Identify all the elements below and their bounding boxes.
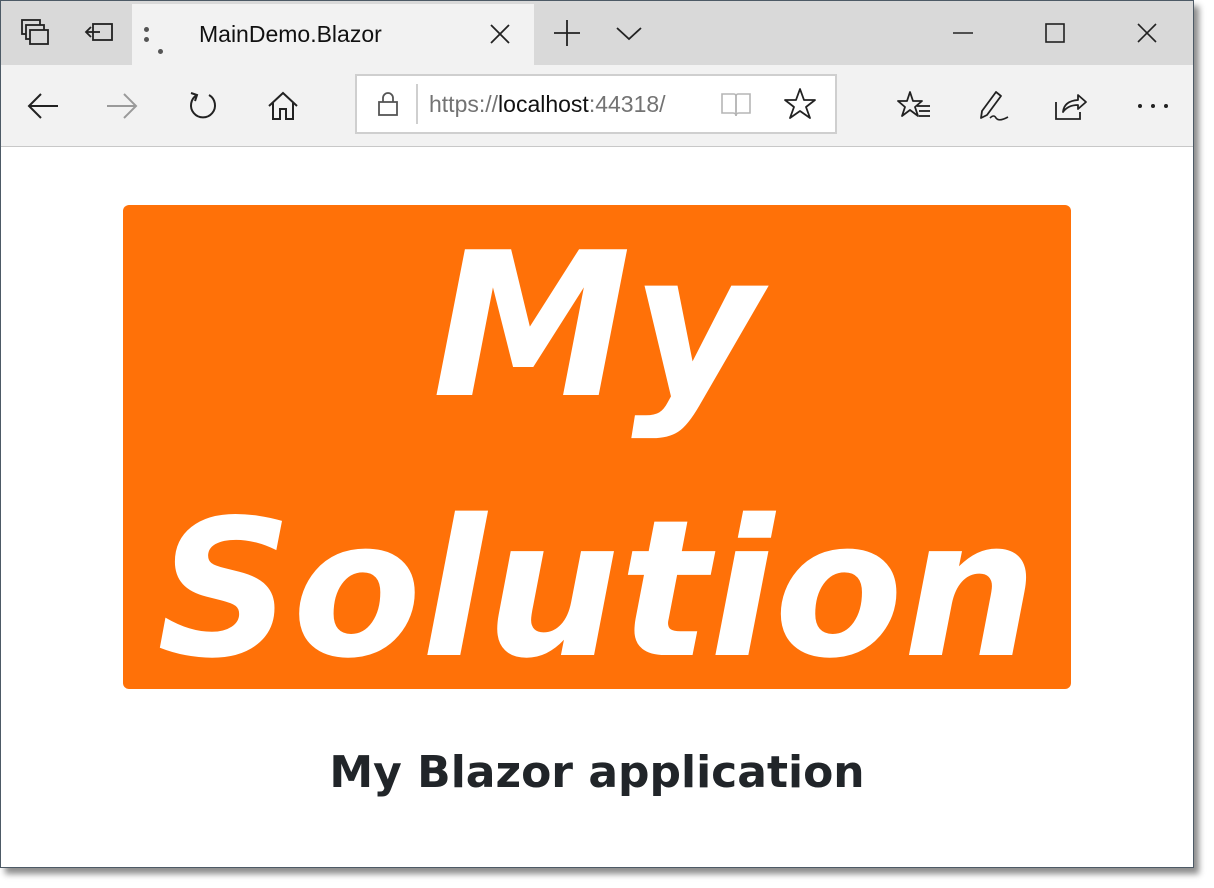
chevron-down-icon bbox=[616, 27, 642, 41]
logo-line-2: Solution bbox=[157, 479, 1037, 689]
minimize-button[interactable] bbox=[917, 1, 1009, 65]
share-icon bbox=[1055, 93, 1087, 120]
more-dots-icon bbox=[1138, 103, 1168, 108]
share-button[interactable] bbox=[1036, 65, 1106, 146]
back-arrow-icon bbox=[27, 92, 58, 119]
address-bar[interactable]: https://localhost:44318/ bbox=[355, 74, 837, 134]
url-rest: :44318/ bbox=[588, 91, 666, 117]
url-host: localhost bbox=[498, 91, 589, 117]
forward-arrow-icon bbox=[107, 92, 138, 119]
plus-icon bbox=[554, 20, 580, 46]
refresh-button[interactable] bbox=[168, 65, 238, 146]
favorites-hub-button[interactable] bbox=[879, 65, 949, 146]
show-tabs-aside-button[interactable] bbox=[67, 1, 131, 65]
star-icon bbox=[784, 88, 816, 119]
pen-icon bbox=[980, 90, 1009, 121]
set-tabs-aside-icon bbox=[21, 19, 49, 45]
tab-loading-icon bbox=[142, 24, 168, 56]
more-button[interactable] bbox=[1118, 65, 1188, 146]
back-button[interactable] bbox=[8, 65, 78, 146]
url-text[interactable]: https://localhost:44318/ bbox=[429, 76, 699, 132]
close-icon bbox=[490, 24, 510, 44]
lock-icon bbox=[378, 92, 398, 116]
tab-active[interactable]: MainDemo.Blazor bbox=[132, 4, 534, 65]
favorites-list-icon bbox=[897, 90, 930, 117]
url-scheme: https:// bbox=[429, 91, 499, 117]
close-window-button[interactable] bbox=[1101, 1, 1193, 65]
tab-close-button[interactable] bbox=[482, 16, 518, 52]
home-icon bbox=[268, 91, 298, 120]
page-content: My Solution My Blazor application bbox=[1, 147, 1193, 867]
tabs-aside-icon bbox=[84, 23, 113, 41]
my-solution-logo: My Solution bbox=[123, 205, 1071, 689]
new-tab-button[interactable] bbox=[535, 1, 599, 65]
page-heading: My Blazor application bbox=[329, 747, 865, 798]
add-favorite-button[interactable] bbox=[779, 76, 821, 132]
book-icon bbox=[721, 93, 751, 117]
tab-preview-button[interactable] bbox=[597, 1, 661, 65]
address-separator bbox=[416, 84, 418, 124]
browser-window: MainDemo.Blazor https://localhost:44318/… bbox=[0, 0, 1194, 868]
minimize-icon bbox=[953, 32, 973, 34]
navigation-bar: https://localhost:44318/ bbox=[1, 65, 1193, 147]
maximize-button[interactable] bbox=[1009, 1, 1101, 65]
close-icon bbox=[1137, 23, 1157, 43]
forward-button[interactable] bbox=[87, 65, 157, 146]
title-bar: MainDemo.Blazor bbox=[1, 1, 1193, 65]
home-button[interactable] bbox=[248, 65, 318, 146]
logo-line-1: My bbox=[432, 210, 769, 443]
set-tabs-aside-button[interactable] bbox=[3, 1, 67, 65]
reading-view-button[interactable] bbox=[717, 76, 755, 132]
logo-artwork: My Solution bbox=[157, 210, 1037, 689]
maximize-icon bbox=[1045, 23, 1065, 43]
web-note-button[interactable] bbox=[958, 65, 1028, 146]
lock-icon-wrapper[interactable] bbox=[367, 76, 409, 132]
refresh-icon bbox=[190, 91, 216, 118]
tab-title: MainDemo.Blazor bbox=[199, 21, 382, 47]
